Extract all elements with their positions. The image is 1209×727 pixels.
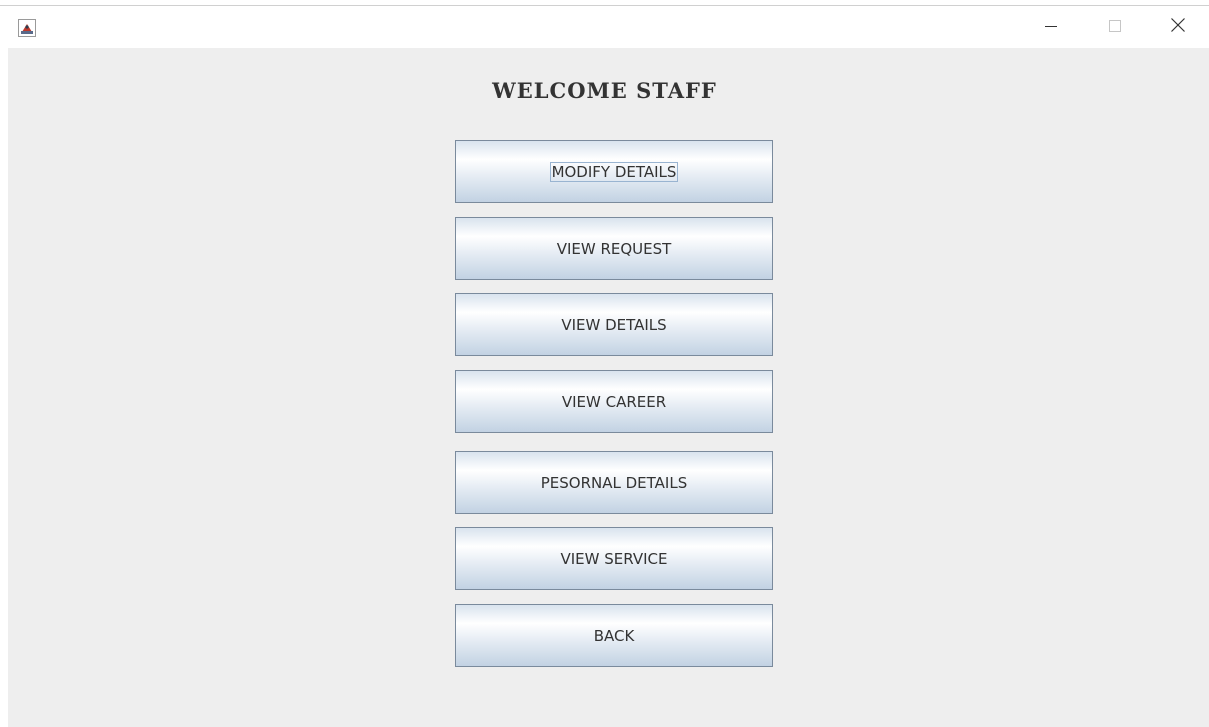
- personal-details-button[interactable]: PESORNAL DETAILS: [455, 451, 773, 514]
- java-cup-icon[interactable]: [18, 19, 36, 37]
- maximize-icon: [1109, 17, 1121, 36]
- view-request-label: VIEW REQUEST: [556, 239, 672, 258]
- view-details-button[interactable]: VIEW DETAILS: [455, 293, 773, 356]
- page-title: WELCOME STAFF: [492, 78, 717, 103]
- title-bar[interactable]: [0, 6, 1209, 46]
- view-career-label: VIEW CAREER: [561, 392, 667, 411]
- staff-window: WELCOME STAFF MODIFY DETAILS VIEW REQUES…: [0, 0, 1209, 727]
- view-service-button[interactable]: VIEW SERVICE: [455, 527, 773, 590]
- view-request-button[interactable]: VIEW REQUEST: [455, 217, 773, 280]
- minimize-icon: [1045, 17, 1057, 36]
- personal-details-label: PESORNAL DETAILS: [540, 473, 688, 492]
- view-service-label: VIEW SERVICE: [560, 549, 668, 568]
- modify-details-label: MODIFY DETAILS: [549, 161, 679, 182]
- view-details-label: VIEW DETAILS: [561, 315, 667, 334]
- back-label: BACK: [593, 626, 635, 645]
- modify-details-button[interactable]: MODIFY DETAILS: [455, 140, 773, 203]
- close-button[interactable]: [1155, 6, 1201, 46]
- view-career-button[interactable]: VIEW CAREER: [455, 370, 773, 433]
- back-button[interactable]: BACK: [455, 604, 773, 667]
- maximize-button[interactable]: [1092, 6, 1138, 46]
- minimize-button[interactable]: [1028, 6, 1074, 46]
- close-icon: [1171, 17, 1185, 36]
